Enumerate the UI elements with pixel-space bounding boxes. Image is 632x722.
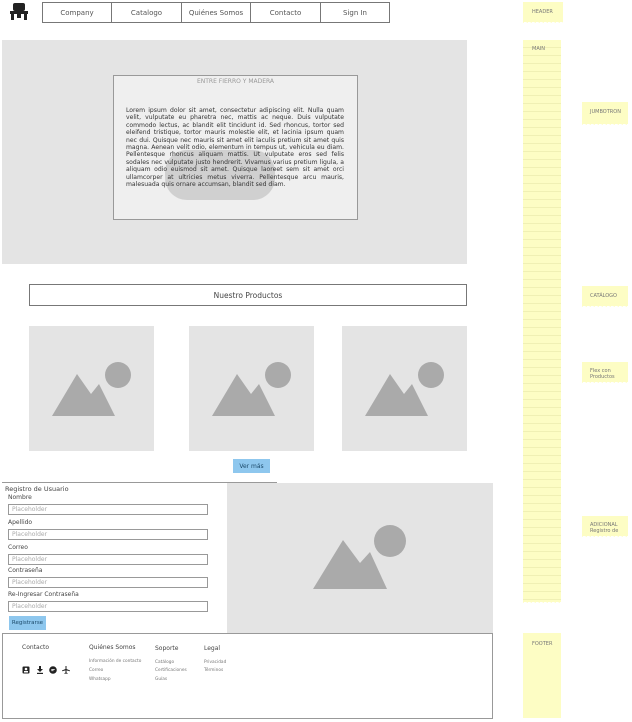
note-footer: FOOTER: [523, 633, 561, 718]
reingresar-contrasena-input[interactable]: [8, 601, 208, 612]
label-correo: Correo: [8, 544, 28, 551]
image-placeholder-icon: [212, 362, 291, 416]
footer-link-catalogo[interactable]: Catálogo: [155, 660, 174, 665]
logo-icon[interactable]: [8, 2, 30, 22]
nav-company[interactable]: Company: [43, 3, 112, 22]
chat-icon[interactable]: [49, 659, 57, 674]
image-placeholder-icon: [365, 362, 444, 416]
note-adicional-text: ADICIONAL Registro de: [590, 522, 619, 534]
register-title: Registro de Usuario: [5, 485, 69, 493]
ver-mas-button[interactable]: Ver más: [233, 459, 270, 473]
footer-link-privacidad[interactable]: Privacidad: [204, 660, 226, 665]
footer-link-informacion[interactable]: Información de contacto: [89, 659, 141, 664]
note-catalogo-text: CATÁLOGO: [590, 293, 617, 299]
footer-link-whatsapp[interactable]: Whatsapp: [89, 677, 111, 682]
note-main: MAIN: [523, 40, 561, 605]
nav-contacto[interactable]: Contacto: [251, 3, 321, 22]
note-jumbotron-text: JUMBOTRON: [590, 109, 621, 115]
footer-quienes-title: Quiénes Somos: [89, 644, 136, 651]
footer-link-certificaciones[interactable]: Certificaciones: [155, 668, 187, 673]
note-header: HEADER: [523, 2, 563, 25]
register-image: [227, 483, 493, 633]
correo-input[interactable]: [8, 554, 208, 565]
main-nav: Company Catalogo Quiénes Somos Contacto …: [42, 2, 390, 23]
footer-link-terminos[interactable]: Términos: [204, 668, 223, 673]
nombre-input[interactable]: [8, 504, 208, 515]
note-catalogo: CATÁLOGO: [582, 286, 628, 309]
contrasena-input[interactable]: [8, 577, 208, 588]
note-jumbotron: JUMBOTRON: [582, 102, 628, 127]
footer-legal-title: Legal: [204, 645, 221, 652]
jumbotron-title: ENTRE FIERRO Y MADERA: [196, 78, 275, 85]
product-card-1[interactable]: [29, 326, 154, 451]
note-header-text: HEADER: [532, 9, 553, 15]
catalog-title: Nuestro Productos: [29, 284, 467, 306]
product-card-2[interactable]: [189, 326, 314, 451]
image-placeholder-icon: [52, 362, 131, 416]
label-contrasena: Contraseña: [8, 567, 43, 574]
footer-soporte-title: Soporte: [155, 645, 179, 652]
nav-quienes-somos[interactable]: Quiénes Somos: [182, 3, 251, 22]
register-button[interactable]: Registrarse: [9, 616, 46, 630]
note-flex-text: Flex con Productos: [590, 368, 615, 380]
label-apellido: Apellido: [8, 519, 33, 526]
nav-sign-in[interactable]: Sign In: [321, 3, 389, 22]
note-main-text: MAIN: [532, 46, 545, 52]
product-card-3[interactable]: [342, 326, 467, 451]
image-placeholder-icon: [313, 525, 406, 589]
label-reingresar-contrasena: Re-Ingresar Contraseña: [8, 591, 79, 598]
download-icon[interactable]: [36, 659, 44, 674]
footer-link-correo[interactable]: Correo: [89, 668, 103, 673]
footer-link-guias[interactable]: Guías: [155, 677, 167, 682]
nav-catalogo[interactable]: Catalogo: [112, 3, 182, 22]
apellido-input[interactable]: [8, 529, 208, 540]
note-footer-text: FOOTER: [532, 641, 553, 647]
note-flex: Flex con Productos: [582, 362, 628, 385]
note-adicional: ADICIONAL Registro de: [582, 516, 628, 539]
footer-contacto-title: Contacto: [22, 644, 50, 651]
footer: [2, 633, 493, 719]
contact-card-icon[interactable]: [22, 659, 30, 674]
airplane-icon[interactable]: [62, 659, 70, 674]
label-nombre: Nombre: [8, 494, 32, 501]
jumbotron-text: Lorem ipsum dolor sit amet, consectetur …: [126, 107, 344, 189]
